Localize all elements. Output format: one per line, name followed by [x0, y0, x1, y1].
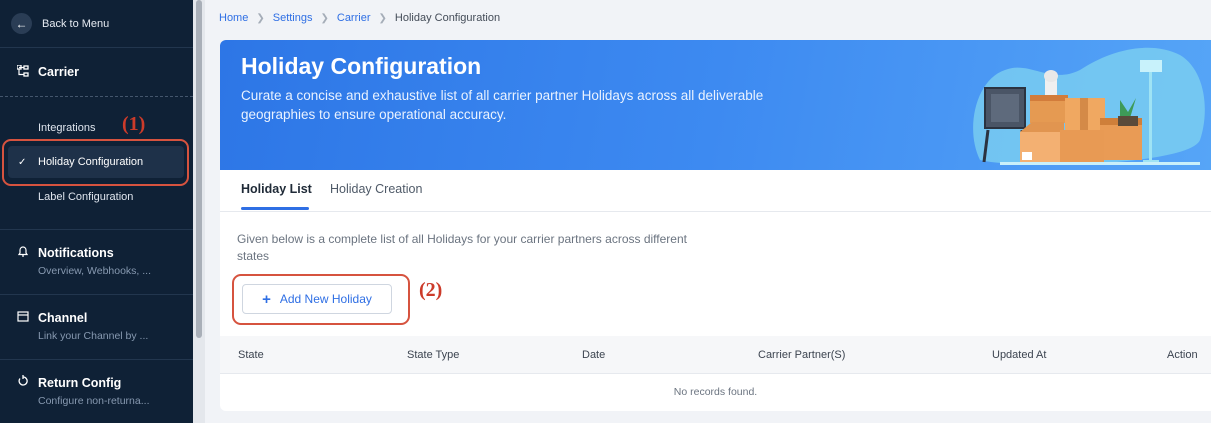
breadcrumb-current: Holiday Configuration: [394, 12, 501, 24]
column-header-action: Action: [1167, 349, 1198, 361]
divider: [0, 359, 193, 360]
tab-holiday-creation[interactable]: Holiday Creation: [330, 182, 422, 196]
sidebar-item-desc: Configure non-returna...: [38, 395, 150, 407]
bell-icon: [17, 245, 31, 260]
page-banner: Holiday Configuration Curate a concise a…: [220, 40, 1211, 170]
hierarchy-icon: [16, 63, 31, 80]
back-to-menu-button[interactable]: ← Back to Menu: [0, 0, 193, 48]
table-header: State State Type Date Carrier Partner(S)…: [220, 336, 1211, 374]
annotation-label-2: (2): [419, 279, 443, 301]
column-header-carrier-partners: Carrier Partner(S): [758, 349, 846, 361]
list-description: Given below is a complete list of all Ho…: [237, 232, 687, 263]
empty-state-message: No records found.: [673, 386, 758, 398]
sidebar-item-label-configuration[interactable]: Label Configuration: [38, 191, 133, 203]
sidebar-item-return-config[interactable]: Return Config Configure non-returna...: [17, 375, 149, 407]
sidebar-item-notifications[interactable]: Notifications Overview, Webhooks, ...: [17, 245, 151, 277]
tab-holiday-list[interactable]: Holiday List: [241, 182, 312, 196]
back-label: Back to Menu: [42, 17, 110, 30]
sidebar: ← Back to Menu Carrier Integrations ✓ Ho…: [0, 0, 193, 423]
store-icon: [17, 310, 31, 325]
breadcrumb-home[interactable]: Home: [219, 12, 248, 24]
chevron-right-icon: ❯: [378, 12, 387, 24]
moving-boxes-illustration: [960, 40, 1211, 175]
divider: [0, 294, 193, 295]
arrow-left-icon: ←: [11, 13, 32, 34]
column-header-state: State: [238, 349, 264, 361]
column-header-updated-at: Updated At: [992, 349, 1047, 361]
sidebar-section-title: Carrier: [38, 65, 79, 79]
breadcrumb: Home ❯ Settings ❯ Carrier ❯ Holiday Conf…: [219, 12, 500, 24]
page-title: Holiday Configuration: [241, 53, 482, 79]
sidebar-scrollbar-thumb[interactable]: [196, 0, 202, 338]
annotation-box-2: [232, 274, 410, 325]
return-icon: [17, 375, 31, 390]
tab-bar: Holiday List Holiday Creation: [220, 170, 1211, 212]
breadcrumb-settings[interactable]: Settings: [273, 12, 313, 24]
sidebar-section-carrier[interactable]: Carrier: [0, 48, 193, 96]
annotation-box-1: [2, 139, 189, 186]
chevron-right-icon: ❯: [320, 12, 329, 24]
divider: [0, 229, 193, 230]
sidebar-item-channel[interactable]: Channel Link your Channel by ...: [17, 310, 148, 342]
chevron-right-icon: ❯: [256, 12, 265, 24]
divider: [0, 96, 193, 97]
column-header-state-type: State Type: [407, 349, 460, 361]
sidebar-item-title: Return Config: [38, 375, 122, 390]
holiday-card: Holiday Configuration Curate a concise a…: [220, 40, 1211, 411]
annotation-label-1: (1): [122, 113, 146, 135]
sidebar-item-integrations[interactable]: Integrations: [38, 122, 95, 134]
page-subtitle: Curate a concise and exhaustive list of …: [241, 88, 764, 122]
main-content: Home ❯ Settings ❯ Carrier ❯ Holiday Conf…: [205, 0, 1211, 423]
column-header-date: Date: [582, 349, 606, 361]
sidebar-item-title: Notifications: [38, 245, 114, 260]
active-tab-indicator: [241, 207, 309, 210]
sidebar-item-title: Channel: [38, 310, 88, 325]
breadcrumb-carrier[interactable]: Carrier: [337, 12, 371, 24]
sidebar-item-desc: Link your Channel by ...: [38, 330, 149, 342]
sidebar-item-desc: Overview, Webhooks, ...: [38, 265, 152, 277]
